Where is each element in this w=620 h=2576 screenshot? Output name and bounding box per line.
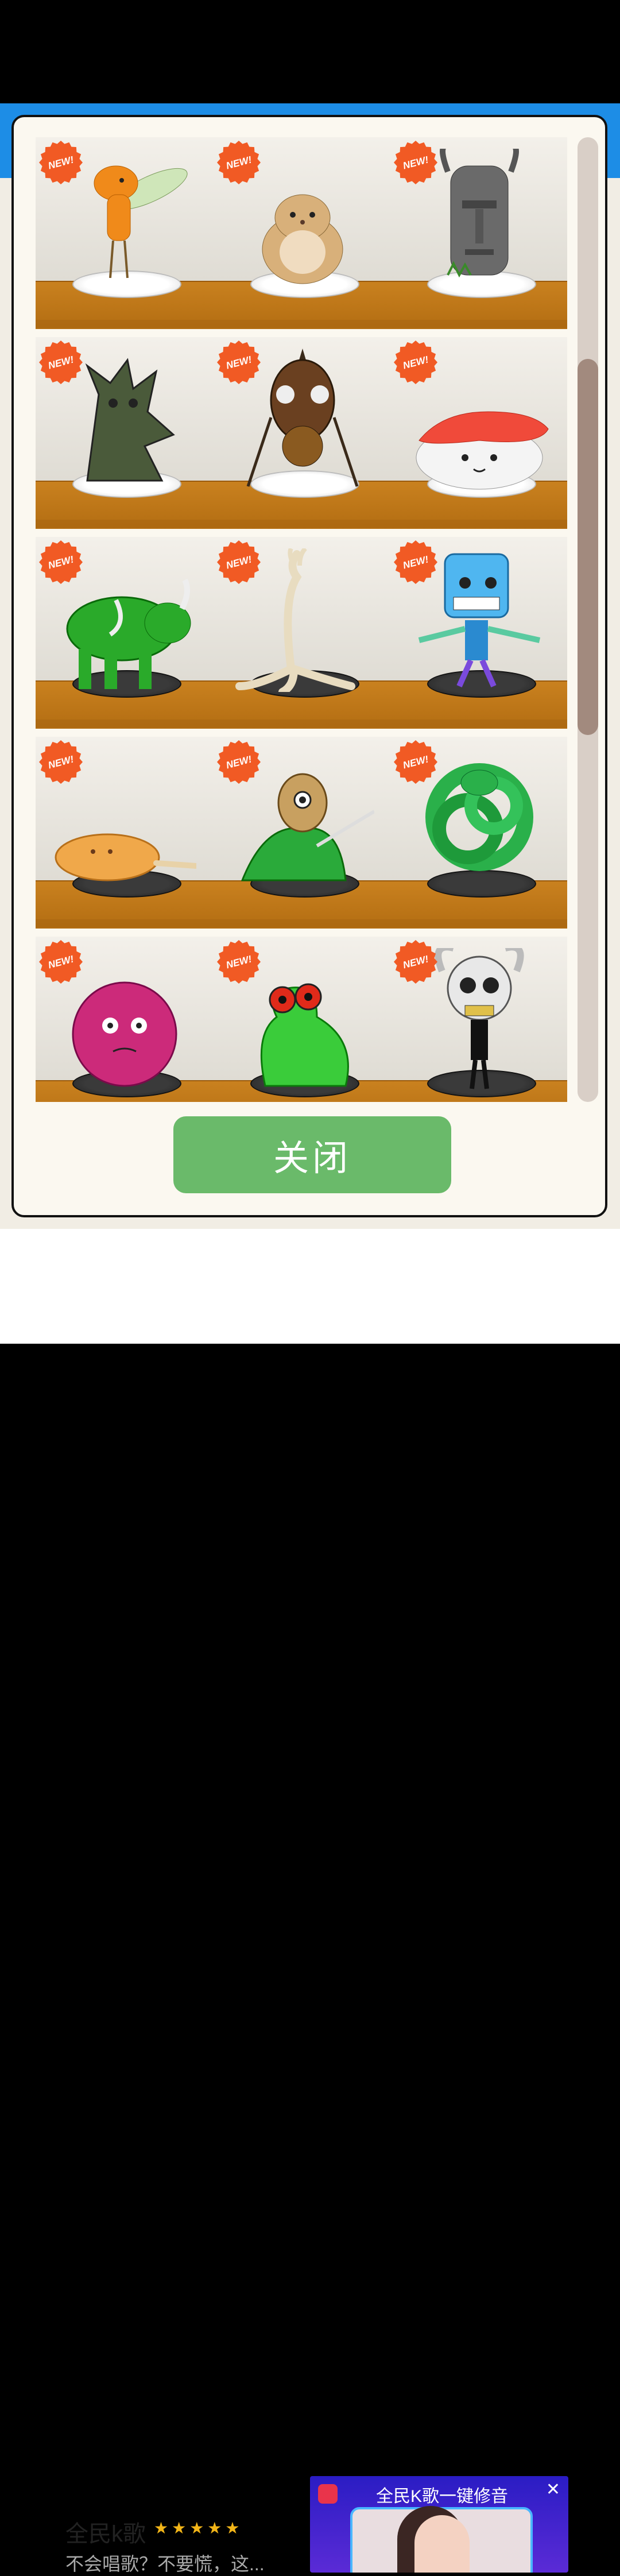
top-black-bar bbox=[0, 0, 620, 103]
new-badge-icon: NEW! bbox=[394, 740, 437, 784]
new-badge-icon: NEW! bbox=[39, 540, 83, 584]
ad-banner[interactable]: 全民K歌一键修音 ✕ bbox=[310, 2476, 568, 2573]
collection-modal: NEW! NEW! NEW! NEW! NEW! NEW! NEW! NEW! NEW! NEW!… bbox=[11, 115, 607, 1217]
new-badge-icon: NEW! bbox=[217, 940, 261, 984]
new-badge-icon: NEW! bbox=[217, 740, 261, 784]
new-badge-icon: NEW! bbox=[394, 141, 437, 184]
figure-slot-green-snake-knot[interactable]: NEW! bbox=[390, 737, 567, 927]
ad-description[interactable]: 不会唱歌？不要慌，这... bbox=[65, 2550, 265, 2576]
figure-slot-root-hand[interactable]: NEW! bbox=[214, 537, 390, 728]
shelf-list[interactable]: NEW! NEW! NEW! NEW! NEW! NEW! NEW! NEW! NEW! NEW!… bbox=[36, 137, 567, 1102]
figure-slot-blue-robot[interactable]: NEW! bbox=[390, 537, 567, 728]
shelf-row: NEW! NEW! NEW! bbox=[36, 537, 567, 737]
figure-slot-green-frog[interactable]: NEW! bbox=[214, 937, 390, 1102]
shelf-row: NEW! NEW! NEW! bbox=[36, 337, 567, 537]
new-badge-icon: NEW! bbox=[394, 540, 437, 584]
ad-person-image bbox=[414, 2515, 470, 2573]
close-button[interactable]: 关闭 bbox=[173, 1116, 451, 1193]
ad-area[interactable]: 全民k歌 ★★★★★ 不会唱歌？不要慌，这... 全民K歌一键修音 ✕ bbox=[0, 1229, 620, 2574]
ad-rating-stars: ★★★★★ bbox=[154, 2519, 243, 2537]
figure-slot-beetle-creature[interactable]: NEW! bbox=[214, 337, 390, 528]
figure-slot-corn-dog[interactable]: NEW! bbox=[36, 737, 212, 927]
new-badge-icon: NEW! bbox=[217, 540, 261, 584]
ad-app-name[interactable]: 全民k歌 bbox=[65, 2515, 146, 2548]
ad-logo-icon bbox=[318, 2484, 338, 2504]
figure-slot-pink-blob[interactable]: NEW! bbox=[36, 937, 212, 1102]
figure-slot-hamster[interactable]: NEW! bbox=[214, 137, 390, 328]
ad-banner-title: 全民K歌一键修音 bbox=[376, 2487, 509, 2506]
new-badge-icon: NEW! bbox=[394, 341, 437, 384]
figure-slot-moai-statue[interactable]: NEW! bbox=[390, 137, 567, 328]
new-badge-icon: NEW! bbox=[217, 341, 261, 384]
new-badge-icon: NEW! bbox=[39, 141, 83, 184]
figure-slot-green-rhino[interactable]: NEW! bbox=[36, 537, 212, 728]
ad-video-frame bbox=[350, 2507, 533, 2573]
scrollbar-track[interactable] bbox=[578, 137, 598, 1102]
scrollbar-thumb[interactable] bbox=[578, 359, 598, 735]
new-badge-icon: NEW! bbox=[394, 940, 437, 984]
figure-slot-tree-creature[interactable]: NEW! bbox=[36, 337, 212, 528]
figure-slot-orange-winged-creature[interactable]: NEW! bbox=[36, 137, 212, 328]
new-badge-icon: NEW! bbox=[39, 940, 83, 984]
new-badge-icon: NEW! bbox=[39, 341, 83, 384]
new-badge-icon: NEW! bbox=[217, 141, 261, 184]
figure-slot-horned-skull-figure[interactable]: NEW! bbox=[390, 937, 567, 1102]
new-badge-icon: NEW! bbox=[39, 740, 83, 784]
figure-slot-masked-goblin[interactable]: NEW! bbox=[214, 737, 390, 927]
shelf-row: NEW! NEW! NEW! bbox=[36, 937, 567, 1102]
shelf-row: NEW! NEW! NEW! bbox=[36, 137, 567, 337]
figure-slot-sushi-creature[interactable]: NEW! bbox=[390, 337, 567, 528]
ad-close-icon[interactable]: ✕ bbox=[546, 2480, 560, 2500]
shelf-row: NEW! NEW! NEW! bbox=[36, 737, 567, 937]
